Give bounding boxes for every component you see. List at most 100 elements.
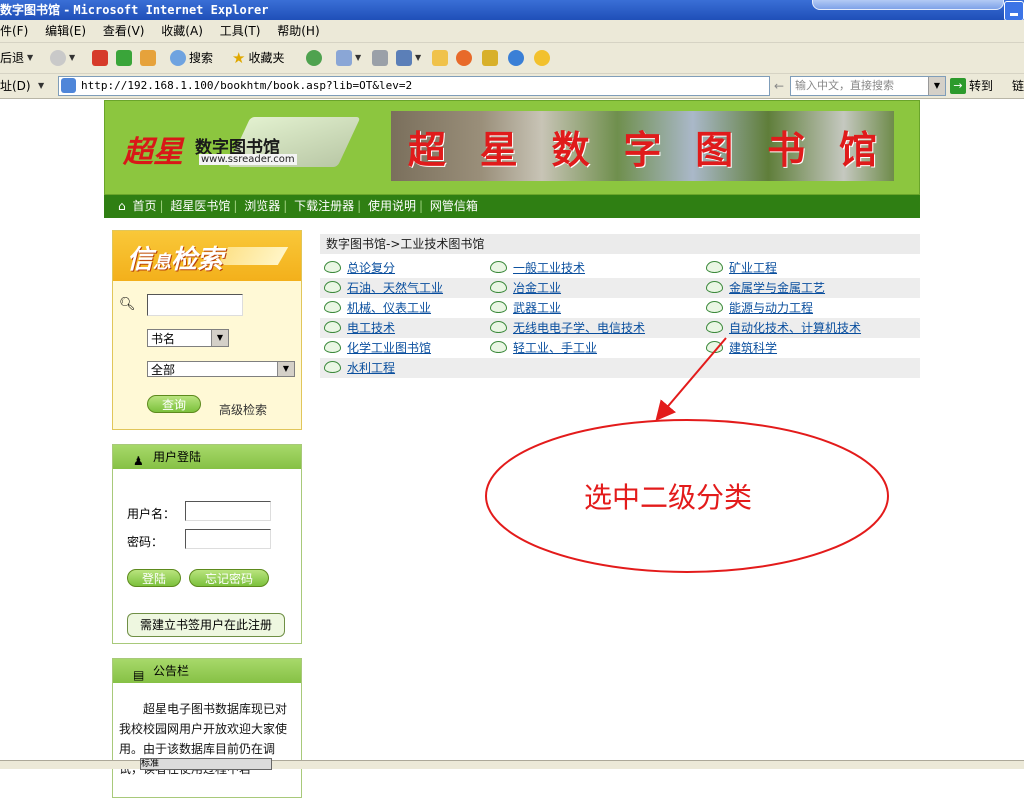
title-rest: 检索	[171, 245, 224, 275]
category-link[interactable]: 总论复分	[347, 261, 395, 275]
site-logo[interactable]: 超星 数字图书馆 www.ssreader.com	[119, 113, 361, 183]
calligraphy-char: 图	[695, 126, 734, 172]
edit-button[interactable]: ▼	[396, 43, 421, 73]
address-history-icon[interactable]: ▼	[38, 74, 44, 98]
category-item[interactable]: 电工技术	[324, 318, 395, 338]
chevron-down-icon[interactable]: ▼	[928, 77, 945, 95]
category-link[interactable]: 金属学与金属工艺	[729, 281, 825, 295]
advanced-search-link[interactable]: 高级检索	[219, 401, 267, 418]
history-button[interactable]	[306, 43, 322, 73]
nav-divider: |	[283, 199, 288, 213]
category-link[interactable]: 机械、仪表工业	[347, 301, 431, 315]
category-link[interactable]: 能源与动力工程	[729, 301, 813, 315]
password-label: 密码：	[127, 535, 164, 549]
forgot-password-button[interactable]: 忘记密码	[189, 569, 269, 587]
book-icon	[706, 341, 723, 353]
favorites-button[interactable]: ★ 收藏夹	[232, 43, 284, 73]
notice-icon: ▤	[133, 668, 145, 682]
category-link[interactable]: 矿业工程	[729, 261, 777, 275]
login-button[interactable]: 登陆	[127, 569, 181, 587]
category-item[interactable]: 机械、仪表工业	[324, 298, 431, 318]
forward-dropdown-icon[interactable]: ▼	[69, 43, 75, 73]
register-button[interactable]: 需建立书签用户在此注册	[127, 613, 285, 637]
category-item[interactable]: 矿业工程	[706, 258, 777, 278]
nav-download-registrar[interactable]: 下载注册器	[294, 199, 354, 213]
menu-file[interactable]: 件(F)	[0, 20, 28, 42]
qq-button[interactable]	[534, 43, 550, 73]
nav-instructions[interactable]: 使用说明	[368, 199, 416, 213]
address-search-box[interactable]: 输入中文，直接搜索 ▼	[790, 76, 946, 96]
address-search-hint: 输入中文，直接搜索	[795, 79, 894, 92]
query-button[interactable]: 查询	[147, 395, 201, 413]
refresh-button[interactable]	[116, 43, 132, 73]
links-label[interactable]: 链	[1012, 74, 1024, 98]
nav-admin-mailbox[interactable]: 网管信箱	[430, 199, 478, 213]
ie-tool-button[interactable]	[508, 43, 524, 73]
scope-select[interactable]: 全部 ▼	[147, 361, 295, 377]
menu-view[interactable]: 查看(V)	[103, 20, 145, 42]
notice-panel-header: ▤ 公告栏	[113, 659, 301, 683]
go-button[interactable]: → 转到	[950, 77, 993, 95]
category-link[interactable]: 化学工业图书馆	[347, 341, 431, 355]
category-link[interactable]: 一般工业技术	[513, 261, 585, 275]
keyword-input[interactable]	[147, 294, 243, 316]
home-button[interactable]	[140, 43, 156, 73]
category-item[interactable]: 轻工业、手工业	[490, 338, 597, 358]
username-input[interactable]	[185, 501, 271, 521]
category-link[interactable]: 冶金工业	[513, 281, 561, 295]
print-button[interactable]	[372, 43, 388, 73]
category-item[interactable]: 石油、天然气工业	[324, 278, 443, 298]
field-select-value: 书名	[151, 332, 176, 346]
print-icon	[372, 50, 388, 66]
minimize-button[interactable]	[1004, 1, 1024, 21]
category-link[interactable]: 轻工业、手工业	[513, 341, 597, 355]
menu-tools[interactable]: 工具(T)	[220, 20, 261, 42]
category-item[interactable]: 一般工业技术	[490, 258, 585, 278]
field-select[interactable]: 书名 ▼	[147, 329, 229, 347]
category-item[interactable]: 化学工业图书馆	[324, 338, 431, 358]
category-link[interactable]: 水利工程	[347, 361, 395, 375]
edit-icon	[396, 50, 412, 66]
book-icon	[490, 341, 507, 353]
mail-button[interactable]: ▼	[336, 43, 361, 73]
category-link[interactable]: 建筑科学	[729, 341, 777, 355]
category-item[interactable]: 武器工业	[490, 298, 561, 318]
stop-button[interactable]	[92, 43, 108, 73]
login-panel: ♟︎ 用户登陆 用户名： 密码： 登陆 忘记密码 需建立书签用户在此注册	[112, 444, 302, 644]
chevron-down-icon[interactable]: ▼	[211, 330, 228, 346]
mail-dropdown-icon[interactable]: ▼	[355, 43, 361, 73]
category-item[interactable]: 无线电电子学、电信技术	[490, 318, 645, 338]
password-input[interactable]	[185, 529, 271, 549]
category-link[interactable]: 电工技术	[347, 321, 395, 335]
category-item[interactable]: 建筑科学	[706, 338, 777, 358]
category-item[interactable]: 金属学与金属工艺	[706, 278, 825, 298]
search-icon: 🔍︎	[119, 297, 136, 312]
chevron-down-icon[interactable]: ▼	[277, 362, 294, 376]
folder-button[interactable]	[432, 43, 448, 73]
back-button[interactable]: 后退 ▼	[0, 43, 33, 73]
category-item[interactable]: 自动化技术、计算机技术	[706, 318, 861, 338]
category-link[interactable]: 自动化技术、计算机技术	[729, 321, 861, 335]
menu-edit[interactable]: 编辑(E)	[45, 20, 86, 42]
search-panel-header: 信息检索	[113, 231, 301, 281]
forward-button[interactable]: ▼	[50, 43, 75, 73]
category-link[interactable]: 无线电电子学、电信技术	[513, 321, 645, 335]
category-item[interactable]: 总论复分	[324, 258, 395, 278]
category-link[interactable]: 石油、天然气工业	[347, 281, 443, 295]
nav-browser[interactable]: 浏览器	[244, 199, 280, 213]
nav-medical-library[interactable]: 超星医书馆	[170, 199, 230, 213]
back-dropdown-icon[interactable]: ▼	[27, 43, 33, 73]
menu-favorites[interactable]: 收藏(A)	[161, 20, 203, 42]
plugin-button[interactable]	[482, 43, 498, 73]
category-item[interactable]: 水利工程	[324, 358, 395, 378]
category-link[interactable]: 武器工业	[513, 301, 561, 315]
menubar: 件(F) 编辑(E) 查看(V) 收藏(A) 工具(T) 帮助(H)	[0, 20, 1024, 43]
search-button[interactable]: 搜索	[170, 43, 213, 73]
messenger-button[interactable]	[456, 43, 472, 73]
address-input[interactable]: http://192.168.1.100/bookhtm/book.asp?li…	[58, 76, 770, 96]
menu-help[interactable]: 帮助(H)	[277, 20, 319, 42]
edit-dropdown-icon[interactable]: ▼	[415, 43, 421, 73]
category-item[interactable]: 冶金工业	[490, 278, 561, 298]
nav-home[interactable]: 首页	[132, 199, 156, 213]
category-item[interactable]: 能源与动力工程	[706, 298, 813, 318]
